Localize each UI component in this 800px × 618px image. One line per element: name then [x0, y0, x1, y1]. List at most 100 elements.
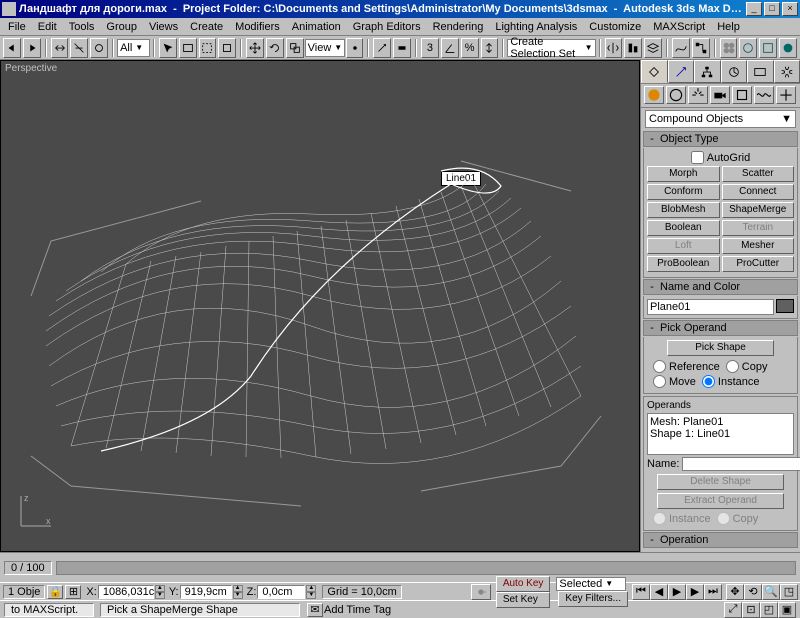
spinner-snap-button[interactable] [481, 38, 499, 58]
prev-frame-button[interactable]: ◀ [650, 584, 668, 600]
operands-listbox[interactable]: Mesh: Plane01 Shape 1: Line01 [647, 413, 794, 455]
select-button[interactable] [159, 38, 177, 58]
rotate-button[interactable] [266, 38, 284, 58]
move-radio[interactable] [653, 375, 666, 388]
select-name-button[interactable] [179, 38, 197, 58]
manipulate-button[interactable] [373, 38, 391, 58]
extract-copy-radio[interactable] [717, 512, 730, 525]
autogrid-checkbox[interactable] [691, 151, 704, 164]
procutter-button[interactable]: ProCutter [722, 256, 795, 272]
menu-graph-editors[interactable]: Graph Editors [347, 20, 427, 34]
next-frame-button[interactable]: ▶ [686, 584, 704, 600]
object-color-swatch[interactable] [776, 299, 794, 313]
tab-modify[interactable] [668, 60, 695, 83]
bind-button[interactable] [90, 38, 108, 58]
tab-display[interactable] [747, 60, 774, 83]
tab-create[interactable] [641, 60, 668, 83]
terrain-button[interactable]: Terrain [722, 220, 795, 236]
z-spinner[interactable]: ▲▼ [306, 585, 316, 599]
schematic-button[interactable] [692, 38, 710, 58]
comm-center-icon[interactable]: ✉ [307, 603, 323, 617]
menu-create[interactable]: Create [184, 20, 229, 34]
abs-transform-icon[interactable]: ⊞ [65, 585, 81, 599]
conform-button[interactable]: Conform [647, 184, 720, 200]
tab-hierarchy[interactable] [694, 60, 721, 83]
nav-zoom-button[interactable]: 🔍 [762, 584, 780, 600]
mesher-button[interactable]: Mesher [722, 238, 795, 254]
minimize-button[interactable]: _ [746, 2, 762, 16]
extract-instance-radio[interactable] [653, 512, 666, 525]
menu-maxscript[interactable]: MAXScript [647, 20, 711, 34]
menu-lighting-analysis[interactable]: Lighting Analysis [489, 20, 583, 34]
create-lights-button[interactable] [688, 86, 708, 104]
proboolean-button[interactable]: ProBoolean [647, 256, 720, 272]
menu-edit[interactable]: Edit [32, 20, 63, 34]
undo-button[interactable] [3, 38, 21, 58]
menu-rendering[interactable]: Rendering [427, 20, 490, 34]
time-slider[interactable] [56, 561, 796, 575]
menu-tools[interactable]: Tools [63, 20, 101, 34]
copy-radio[interactable] [726, 360, 739, 373]
nav-zoomext-button[interactable]: ⤢ [724, 602, 742, 618]
create-systems-button[interactable] [776, 86, 796, 104]
create-helpers-button[interactable] [732, 86, 752, 104]
keymode-dropdown[interactable]: Selected▼ [556, 577, 626, 591]
angle-snap-button[interactable] [441, 38, 459, 58]
snap-button[interactable]: 3 [421, 38, 439, 58]
move-button[interactable] [246, 38, 264, 58]
z-coord-input[interactable]: 0,0cm [257, 585, 305, 599]
viewport-perspective[interactable]: Perspective Line01 [0, 60, 640, 552]
rollout-operation[interactable]: -Operation [643, 532, 798, 548]
create-spacewarps-button[interactable] [754, 86, 774, 104]
nav-arc-button[interactable]: ⟲ [744, 584, 762, 600]
rollout-object-type[interactable]: -Object Type [643, 131, 798, 147]
menu-group[interactable]: Group [100, 20, 143, 34]
shapemerge-button[interactable]: ShapeMerge [722, 202, 795, 218]
pick-shape-button[interactable]: Pick Shape [667, 340, 774, 356]
instance-radio[interactable] [702, 375, 715, 388]
operand-name-input[interactable] [682, 457, 800, 471]
quick-render-button[interactable] [779, 38, 797, 58]
layers-button[interactable] [644, 38, 662, 58]
refcoord-dropdown[interactable]: View▼ [305, 39, 345, 57]
delete-shape-button[interactable]: Delete Shape [657, 474, 784, 490]
unlink-button[interactable] [70, 38, 88, 58]
boolean-button[interactable]: Boolean [647, 220, 720, 236]
goto-start-button[interactable]: ⏮ [632, 584, 650, 600]
maximize-button[interactable]: □ [764, 2, 780, 16]
create-cameras-button[interactable] [710, 86, 730, 104]
window-crossing-button[interactable] [218, 38, 236, 58]
rollout-pick-operand[interactable]: -Pick Operand [643, 320, 798, 336]
keyfilters-button[interactable]: Key Filters... [558, 591, 628, 607]
y-coord-input[interactable]: 919,9cm [180, 585, 232, 599]
percent-snap-button[interactable]: % [461, 38, 479, 58]
loft-button[interactable]: Loft [647, 238, 720, 254]
goto-end-button[interactable]: ⏭ [704, 584, 722, 600]
rollout-name-color[interactable]: -Name and Color [643, 279, 798, 295]
menu-file[interactable]: File [2, 20, 32, 34]
morph-button[interactable]: Morph [647, 166, 720, 182]
render-frame-button[interactable] [759, 38, 777, 58]
nav-max-button[interactable]: ▣ [778, 602, 796, 618]
keymode-button[interactable] [393, 38, 411, 58]
create-shapes-button[interactable] [666, 86, 686, 104]
maxscript-listener[interactable]: to MAXScript. [4, 603, 94, 617]
category-dropdown[interactable]: Compound Objects▼ [645, 110, 796, 128]
y-spinner[interactable]: ▲▼ [233, 585, 243, 599]
reference-radio[interactable] [653, 360, 666, 373]
object-name-input[interactable]: Plane01 [647, 299, 774, 315]
nav-pan-button[interactable]: ✥ [726, 584, 744, 600]
list-item[interactable]: Shape 1: Line01 [650, 428, 791, 440]
selection-filter-dropdown[interactable]: All▼ [117, 39, 150, 57]
setkey-icon[interactable] [471, 584, 491, 600]
x-spinner[interactable]: ▲▼ [155, 585, 165, 599]
extract-operand-button[interactable]: Extract Operand [657, 493, 784, 509]
connect-button[interactable]: Connect [722, 184, 795, 200]
material-editor-button[interactable] [720, 38, 738, 58]
menu-views[interactable]: Views [143, 20, 184, 34]
blobmesh-button[interactable]: BlobMesh [647, 202, 720, 218]
redo-button[interactable] [23, 38, 41, 58]
lock-selection-icon[interactable]: 🔒 [47, 585, 63, 599]
nav-fov-button[interactable]: ◳ [780, 584, 798, 600]
list-item[interactable]: Mesh: Plane01 [650, 416, 791, 428]
